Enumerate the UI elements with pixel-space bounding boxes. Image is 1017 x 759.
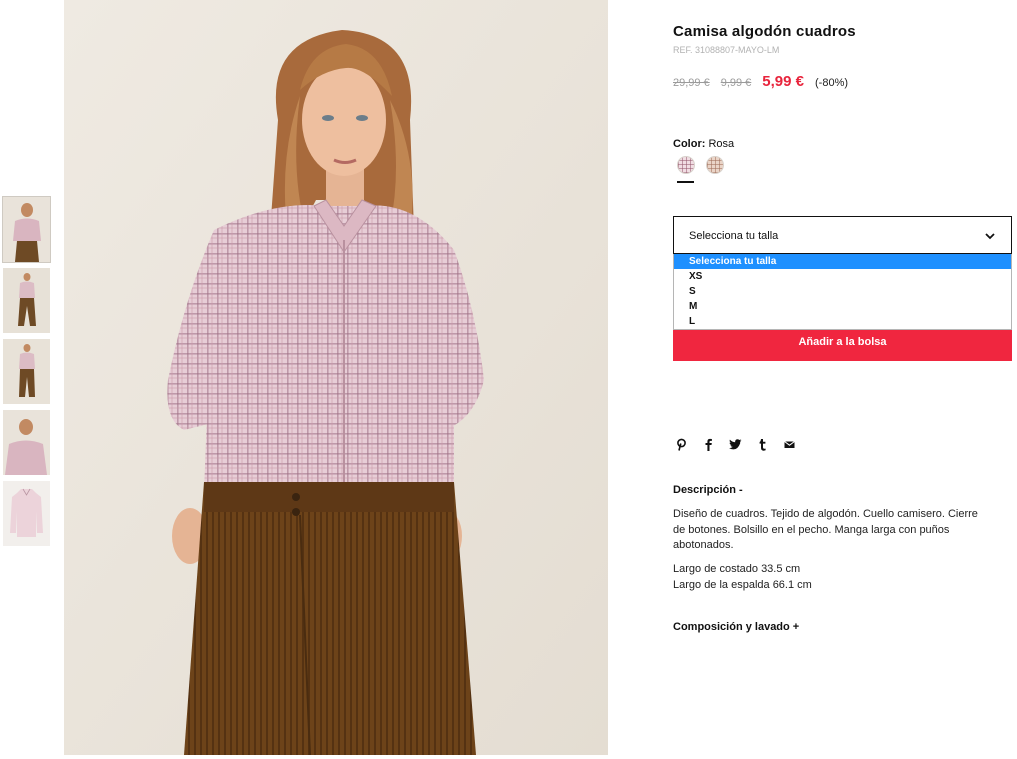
size-select-value: Selecciona tu talla bbox=[689, 230, 779, 242]
tumblr-icon[interactable] bbox=[755, 436, 769, 452]
description-text: Diseño de cuadros. Tejido de algodón. Cu… bbox=[673, 508, 978, 551]
thumbnail-list bbox=[2, 196, 51, 552]
color-swatches bbox=[677, 156, 724, 174]
model-illustration bbox=[64, 0, 608, 755]
thumbnail-5[interactable] bbox=[3, 481, 50, 546]
chevron-down-icon bbox=[985, 233, 995, 240]
color-label-value: Rosa bbox=[708, 138, 735, 150]
product-reference: REF. 31088807-MAYO-LM bbox=[673, 45, 780, 55]
color-label-key: Color: bbox=[673, 138, 706, 150]
size-dropdown: Selecciona tu talla XS S M L bbox=[673, 254, 1012, 330]
thumbnail-2[interactable] bbox=[3, 268, 50, 333]
size-option-s[interactable]: S bbox=[674, 284, 1011, 299]
pinterest-icon[interactable] bbox=[674, 436, 688, 452]
twitter-icon[interactable] bbox=[728, 436, 742, 452]
size-option-xs[interactable]: XS bbox=[674, 269, 1011, 284]
size-option-placeholder[interactable]: Selecciona tu talla bbox=[674, 254, 1011, 269]
swatch-rosa[interactable] bbox=[677, 156, 695, 174]
size-option-l[interactable]: L bbox=[674, 314, 1011, 329]
product-main-image bbox=[64, 0, 608, 755]
price-original: 29,99 € bbox=[673, 77, 710, 89]
color-label: Color: Rosa bbox=[673, 138, 734, 150]
thumbnail-1[interactable] bbox=[2, 196, 51, 263]
description-toggle[interactable]: Descripción - bbox=[673, 484, 743, 496]
size-select[interactable]: Selecciona tu talla bbox=[673, 216, 1012, 254]
price-current: 5,99 € bbox=[762, 73, 805, 90]
facebook-icon[interactable] bbox=[701, 436, 715, 452]
composition-toggle[interactable]: Composición y lavado + bbox=[673, 621, 799, 633]
mail-icon[interactable] bbox=[782, 436, 796, 452]
price-previous: 9,99 € bbox=[720, 77, 752, 89]
measurements: Largo de costado 33.5 cm Largo de la esp… bbox=[673, 562, 812, 593]
swatch-alt[interactable] bbox=[706, 156, 724, 174]
measure-back-length: Largo de la espalda 66.1 cm bbox=[673, 578, 812, 591]
thumbnail-3[interactable] bbox=[3, 339, 50, 404]
selected-swatch-indicator bbox=[677, 181, 694, 183]
product-title: Camisa algodón cuadros bbox=[673, 23, 856, 40]
discount-badge: (-80%) bbox=[815, 77, 849, 89]
measure-side-length: Largo de costado 33.5 cm bbox=[673, 563, 801, 575]
price-block: 29,99 € 9,99 € 5,99 € (-80%) bbox=[673, 73, 848, 91]
share-bar bbox=[674, 436, 796, 452]
thumbnail-4[interactable] bbox=[3, 410, 50, 475]
size-option-m[interactable]: M bbox=[674, 299, 1011, 314]
